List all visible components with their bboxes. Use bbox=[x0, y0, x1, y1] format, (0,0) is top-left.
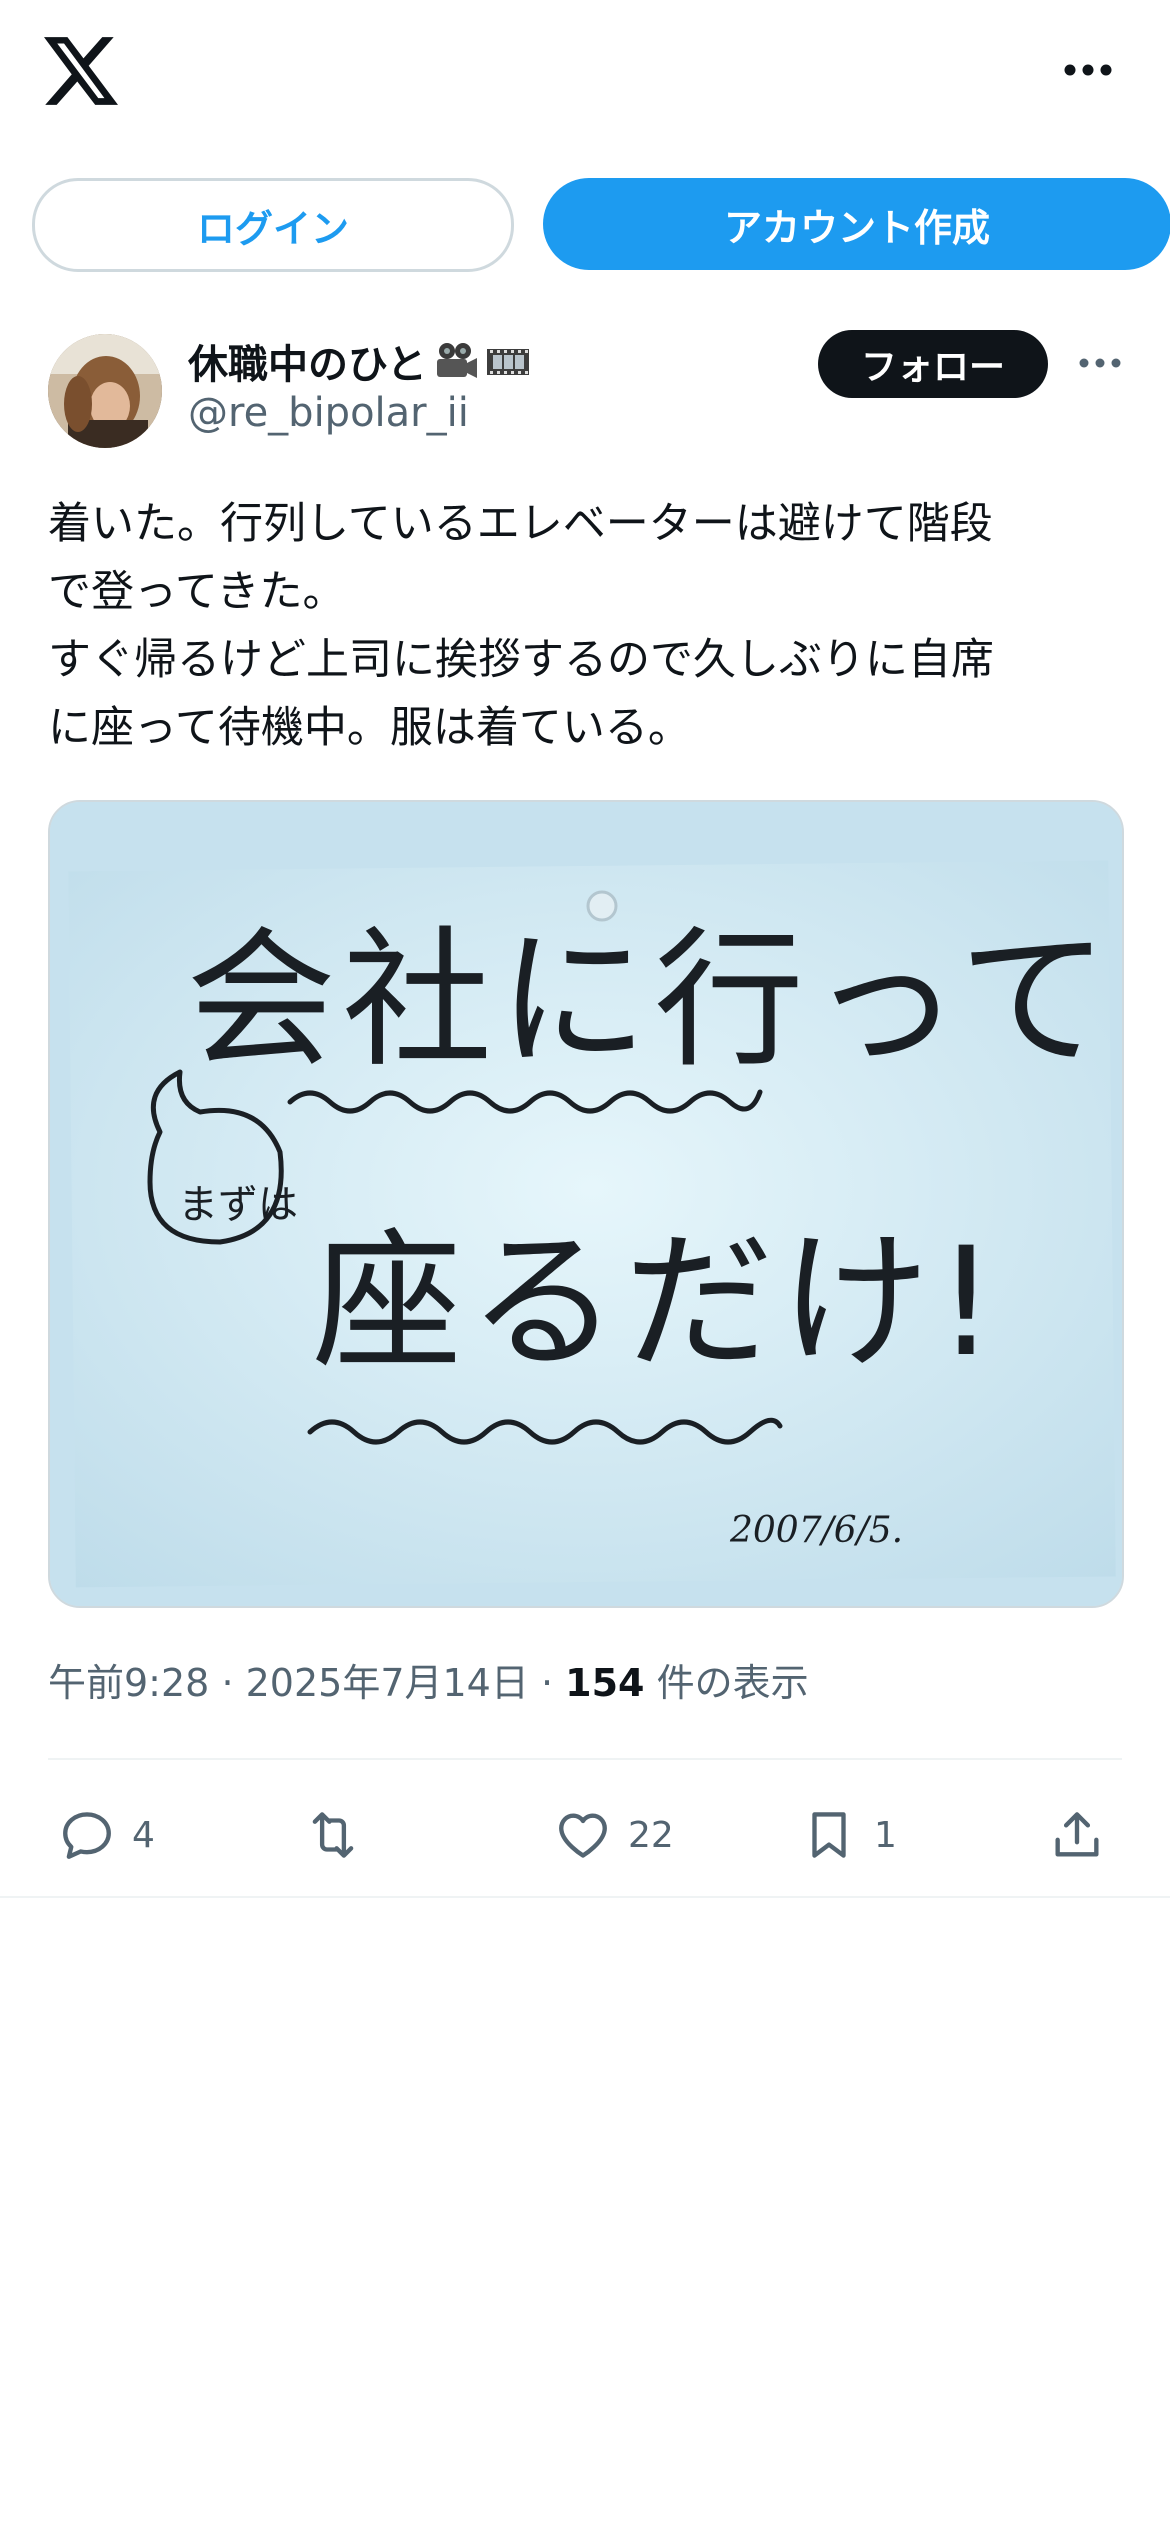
login-button[interactable]: ログイン bbox=[32, 178, 514, 272]
author-name-row: 休職中のひと bbox=[188, 332, 531, 390]
create-account-button[interactable]: アカウント作成 bbox=[543, 178, 1170, 270]
bookmark-count: 1 bbox=[874, 1814, 897, 1856]
tweet-date[interactable]: 2025年7月14日 bbox=[246, 1661, 529, 1705]
bookmark-button[interactable]: 1 bbox=[800, 1800, 897, 1870]
movie-camera-icon bbox=[436, 343, 477, 378]
reply-count: 4 bbox=[132, 1814, 155, 1856]
tweet-text: 着いた。行列しているエレベーターは避けて階段 で登ってきた。 すぐ帰るけど上司に… bbox=[48, 499, 994, 753]
x-logo-icon[interactable] bbox=[44, 36, 118, 106]
bottom-divider bbox=[0, 1896, 1170, 1898]
share-button[interactable] bbox=[1048, 1800, 1106, 1870]
tweet-time[interactable]: 午前9:28 bbox=[48, 1661, 209, 1705]
follow-button[interactable]: フォロー bbox=[818, 330, 1048, 398]
heart-icon bbox=[559, 1813, 607, 1858]
more-horizontal-icon[interactable] bbox=[1062, 62, 1114, 78]
note-line-1: 会社に行って bbox=[186, 914, 1115, 1088]
tweet-actions: 4 22 1 bbox=[48, 1800, 1122, 1870]
share-icon bbox=[1055, 1812, 1099, 1857]
film-frames-icon bbox=[486, 349, 529, 375]
auth-buttons: ログイン アカウント作成 bbox=[32, 178, 1170, 272]
retweet-button[interactable] bbox=[304, 1800, 378, 1870]
reply-button[interactable]: 4 bbox=[58, 1800, 155, 1870]
retweet-icon bbox=[312, 1812, 354, 1858]
meta-separator: · bbox=[540, 1661, 554, 1705]
user-handle[interactable]: @re_bipolar_ii bbox=[188, 390, 469, 436]
note-bubble-text: まずは bbox=[178, 1182, 298, 1228]
note-date: 2007/6/5. bbox=[729, 1510, 903, 1551]
meta-separator: · bbox=[221, 1661, 234, 1705]
reply-icon bbox=[63, 1812, 111, 1859]
like-button[interactable]: 22 bbox=[554, 1800, 674, 1870]
bookmark-icon bbox=[812, 1812, 846, 1858]
display-name[interactable]: 休職中のひと bbox=[188, 332, 427, 390]
note-line-2: 座るだけ! bbox=[312, 1216, 1002, 1390]
tweet-meta: 午前9:28 · 2025年7月14日 · 154 件の表示 bbox=[48, 1652, 809, 1707]
tweet-media-image[interactable]: 会社に行って まずは 座るだけ! 2007/6/5. bbox=[48, 800, 1124, 1608]
avatar[interactable] bbox=[48, 334, 162, 448]
tweet-more-icon[interactable] bbox=[1078, 356, 1122, 370]
like-count: 22 bbox=[628, 1814, 674, 1856]
views-label: 件の表示 bbox=[656, 1661, 809, 1705]
top-bar bbox=[0, 0, 1170, 150]
divider bbox=[48, 1758, 1122, 1760]
views-count: 154 bbox=[565, 1661, 645, 1705]
